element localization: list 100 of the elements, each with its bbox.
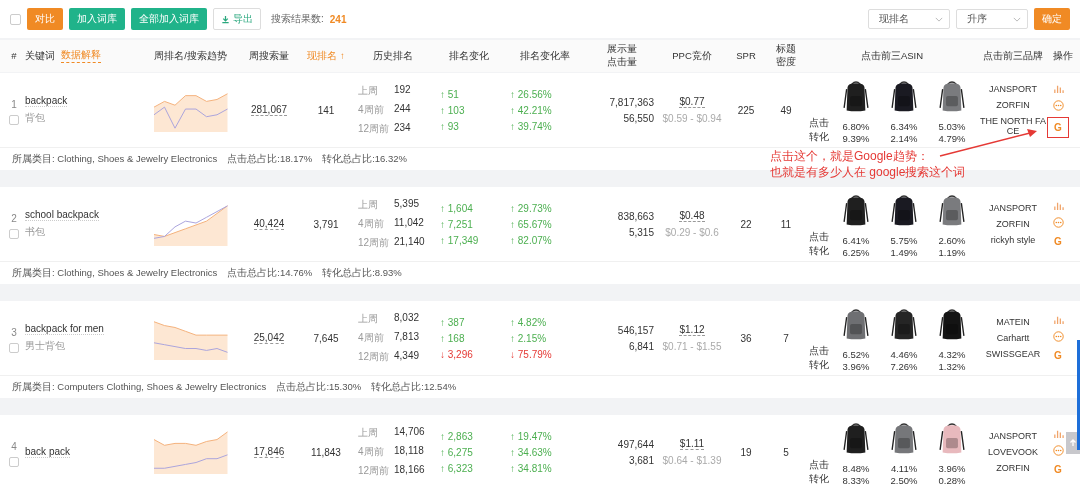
clicks: 56,550 — [623, 112, 654, 124]
history-rank: 11,042 — [394, 217, 424, 230]
search-volume[interactable]: 25,042 — [253, 332, 285, 344]
rank-change: ↑ 93 — [440, 120, 460, 132]
conversion-total-share: 转化总占比:8.93% — [322, 266, 402, 280]
conversion-share: 1.19% — [938, 246, 966, 258]
history-rank: 21,140 — [394, 236, 425, 249]
column-header: SPR — [736, 49, 756, 63]
row-checkbox[interactable] — [9, 229, 19, 239]
conversion-share: 4.79% — [938, 132, 966, 144]
column-header: 展示量 点击量 — [607, 43, 637, 69]
conversion-share: 0.28% — [938, 474, 966, 485]
click-share: 4.11% — [890, 462, 918, 474]
click-share: 6.80% — [842, 120, 870, 132]
title-density: 49 — [780, 104, 792, 116]
keyword-translation: 男士背包 — [25, 339, 66, 353]
result-label: 搜索结果数: — [271, 12, 324, 26]
column-header: PPC竞价 — [672, 49, 712, 63]
more-icon[interactable] — [1052, 216, 1064, 228]
rank-change-rate: ↑ 34.63% — [510, 446, 553, 458]
sort-field-select[interactable]: 现排名 — [868, 9, 950, 29]
keyword-translation: 背包 — [25, 111, 46, 125]
sort-order-select[interactable]: 升序 — [956, 9, 1028, 29]
rank-change: ↑ 7,251 — [440, 218, 474, 230]
impressions: 7,817,363 — [609, 96, 654, 108]
more-icon[interactable] — [1052, 330, 1064, 342]
column-header: 排名变化 — [449, 49, 489, 63]
arrow-up-icon — [1068, 438, 1078, 448]
search-volume[interactable]: 40,424 — [253, 218, 285, 230]
rank-change-rate: ↑ 26.56% — [510, 88, 553, 100]
click-share: 8.48% — [842, 462, 870, 474]
row-checkbox[interactable] — [9, 457, 19, 467]
history-rank: 7,813 — [394, 331, 420, 344]
conversion-share: 1.49% — [890, 246, 918, 258]
more-icon[interactable] — [1052, 444, 1064, 456]
rank-change: ↑ 51 — [440, 88, 460, 100]
conversion-share: 3.96% — [842, 360, 870, 372]
period-label: 上周 — [358, 84, 379, 98]
brand-name: JANSPORT — [989, 431, 1037, 441]
search-volume[interactable]: 17,846 — [253, 446, 285, 458]
chevron-down-icon — [935, 16, 943, 22]
ppc-bid[interactable]: $0.77 — [679, 96, 705, 108]
click-label: 点击 — [809, 116, 829, 130]
keyword[interactable]: back pack — [25, 446, 71, 458]
row-number: 3 — [11, 327, 17, 338]
click-label: 点击 — [809, 230, 829, 244]
history-rank: 18,166 — [394, 464, 425, 477]
brand-name: JANSPORT — [989, 84, 1037, 94]
title-density: 7 — [783, 332, 789, 344]
click-total-share: 点击总占比:14.76% — [227, 266, 313, 280]
brand-name: SWISSGEAR — [985, 349, 1041, 359]
row-checkbox[interactable] — [9, 115, 19, 125]
period-label: 12周前 — [358, 464, 391, 478]
history-rank: 234 — [394, 122, 411, 135]
rank-change: ↑ 2,863 — [440, 430, 474, 442]
ppc-range: $0.29 - $0.6 — [665, 227, 719, 238]
brand-name: THE NORTH FACE — [980, 116, 1046, 136]
ppc-bid[interactable]: $1.11 — [679, 438, 705, 450]
search-volume[interactable]: 281,067 — [250, 104, 288, 116]
more-icon[interactable] — [1052, 99, 1064, 111]
current-rank: 7,645 — [313, 332, 339, 344]
rank-change-rate: ↑ 65.67% — [510, 218, 553, 230]
period-label: 4周前 — [358, 103, 385, 117]
rank-change: ↑ 168 — [440, 332, 466, 344]
period-label: 4周前 — [358, 217, 385, 231]
rank-change: ↑ 387 — [440, 316, 466, 328]
row-number: 4 — [11, 441, 17, 452]
select-all-checkbox[interactable] — [10, 13, 21, 25]
rank-change-rate: ↓ 75.79% — [510, 348, 553, 360]
column-header: 周搜索量 — [249, 49, 289, 63]
clicks: 3,681 — [628, 454, 654, 466]
row-number: 2 — [11, 213, 17, 224]
history-rank: 4,349 — [394, 350, 420, 363]
brand-name: LOVEVOOK — [988, 447, 1038, 457]
keyword[interactable]: school backpack — [25, 209, 99, 221]
conversion-label: 转化 — [809, 130, 829, 144]
column-header: 排名变化率 — [520, 49, 570, 63]
conversion-label: 转化 — [809, 472, 829, 485]
rank-change-rate: ↑ 82.07% — [510, 234, 553, 246]
ppc-bid[interactable]: $0.48 — [679, 210, 705, 222]
click-share: 4.32% — [938, 348, 966, 360]
spr-value: 22 — [740, 218, 752, 230]
conversion-share: 7.26% — [890, 360, 918, 372]
rank-change: ↑ 1,604 — [440, 202, 474, 214]
click-share: 2.60% — [938, 234, 966, 246]
period-label: 12周前 — [358, 122, 391, 136]
ppc-bid[interactable]: $1.12 — [679, 324, 705, 336]
rank-change: ↑ 6,323 — [440, 462, 474, 474]
category-text: 所属类目: Clothing, Shoes & Jewelry Electronics — [12, 152, 218, 166]
ppc-range: $0.64 - $1.39 — [662, 455, 722, 466]
row-checkbox[interactable] — [9, 343, 19, 353]
clicks: 6,841 — [628, 340, 654, 352]
scrollbar[interactable] — [1077, 340, 1080, 450]
current-rank: 141 — [317, 104, 335, 116]
history-rank: 14,706 — [394, 426, 425, 439]
rank-change: ↓ 3,296 — [440, 348, 474, 360]
period-label: 12周前 — [358, 350, 391, 364]
rank-change-rate: ↑ 2.15% — [510, 332, 548, 344]
keyword[interactable]: backpack — [25, 95, 68, 107]
keyword[interactable]: backpack for men — [25, 323, 104, 335]
